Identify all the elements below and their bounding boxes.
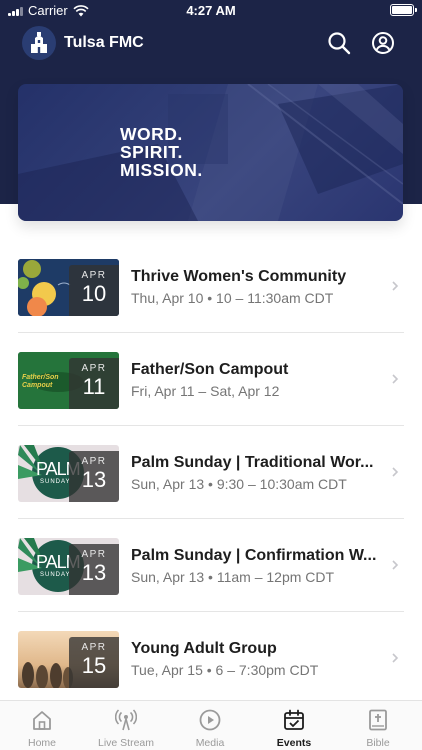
app-title: Tulsa FMC (64, 34, 144, 51)
event-month: APR (81, 363, 107, 374)
event-subtitle: Sun, Apr 13 • 11am – 12pm CDT (131, 569, 335, 585)
event-item[interactable]: APR 15 Young Adult Group Tue, Apr 15 • 6… (0, 612, 422, 705)
app-screen: Carrier 4:27 AM Tulsa FMC WORD. SPIRIT. … (0, 0, 422, 750)
event-title: Palm Sunday | Traditional Wor... (131, 454, 374, 471)
tab-home[interactable]: Home (0, 701, 84, 750)
event-day: 15 (81, 653, 107, 678)
tab-bible[interactable]: Bible (336, 701, 420, 750)
event-subtitle: Sun, Apr 13 • 9:30 – 10:30am CDT (131, 476, 347, 492)
live-stream-icon (115, 709, 137, 731)
tab-media[interactable]: Media (168, 701, 252, 750)
event-day: 13 (81, 467, 107, 492)
event-title: Palm Sunday | Confirmation W... (131, 547, 377, 564)
thumbnail-text: Father/Son Campout (22, 374, 59, 389)
event-item[interactable]: PALM SUNDAY APR 13 Palm Sunday | Confirm… (0, 519, 422, 612)
hero-line-spirit: SPIRIT. (120, 142, 183, 162)
account-icon[interactable] (370, 30, 396, 56)
event-date-badge: APR 13 (69, 451, 119, 502)
chevron-right-icon (392, 281, 399, 291)
tab-label: Live Stream (97, 737, 155, 749)
thumbnail-subtext: SUNDAY (40, 479, 71, 485)
bottom-tab-bar: Home Live Stream Media Events Bible (0, 700, 422, 750)
event-day: 11 (82, 374, 106, 399)
event-thumbnail: APR 10 (18, 259, 119, 316)
home-icon (33, 711, 51, 730)
event-item[interactable]: PALM SUNDAY APR 13 Palm Sunday | Traditi… (0, 426, 422, 519)
church-logo-icon[interactable] (22, 26, 56, 60)
event-thumbnail: Father/Son Campout APR 11 (18, 352, 119, 409)
bible-icon (369, 709, 387, 731)
event-date-badge: APR 11 (69, 358, 119, 409)
event-subtitle: Tue, Apr 15 • 6 – 7:30pm CDT (131, 662, 319, 678)
chevron-right-icon (392, 467, 399, 477)
event-date-badge: APR 10 (69, 265, 119, 316)
tab-events[interactable]: Events (252, 701, 336, 750)
event-month: APR (81, 642, 107, 653)
battery-icon (390, 4, 417, 16)
chevron-right-icon (392, 560, 399, 570)
event-title: Young Adult Group (131, 640, 277, 657)
chevron-right-icon (392, 653, 399, 663)
hero-line-word: WORD. (120, 124, 183, 144)
hero-line-mission: MISSION. (120, 160, 203, 180)
event-month: APR (81, 456, 107, 467)
tab-label: Home (27, 737, 56, 749)
calendar-icon (284, 709, 304, 730)
event-month: APR (81, 270, 107, 281)
event-subtitle: Thu, Apr 10 • 10 – 11:30am CDT (131, 290, 334, 306)
hero-background-art (18, 84, 403, 221)
tab-label: Bible (366, 737, 390, 749)
chevron-right-icon (392, 374, 399, 384)
event-title: Father/Son Campout (131, 361, 289, 378)
event-thumbnail: PALM SUNDAY APR 13 (18, 445, 119, 502)
tab-live-stream[interactable]: Live Stream (84, 701, 168, 750)
event-date-badge: APR 13 (69, 544, 119, 595)
status-time: 4:27 AM (186, 3, 236, 18)
event-date-badge: APR 15 (69, 637, 119, 688)
event-day: 13 (81, 560, 107, 585)
event-day: 10 (81, 281, 107, 306)
top-nav: Tulsa FMC (0, 24, 422, 64)
thumbnail-subtext: SUNDAY (40, 572, 71, 578)
event-thumbnail: APR 15 (18, 631, 119, 688)
event-item[interactable]: Father/Son Campout APR 11 Father/Son Cam… (0, 333, 422, 426)
search-icon[interactable] (326, 30, 352, 56)
event-thumbnail: PALM SUNDAY APR 13 (18, 538, 119, 595)
hero-banner[interactable]: WORD. SPIRIT. MISSION. (18, 84, 403, 221)
status-bar: Carrier 4:27 AM (0, 0, 422, 22)
event-item[interactable]: APR 10 Thrive Women's Community Thu, Apr… (0, 240, 422, 333)
hero-tagline: WORD. SPIRIT. MISSION. (120, 125, 203, 179)
event-title: Thrive Women's Community (131, 268, 347, 285)
tab-label: Events (276, 737, 312, 749)
event-subtitle: Fri, Apr 11 – Sat, Apr 12 (131, 383, 280, 399)
play-icon (199, 709, 221, 731)
tab-label: Media (195, 737, 225, 749)
event-month: APR (81, 549, 107, 560)
